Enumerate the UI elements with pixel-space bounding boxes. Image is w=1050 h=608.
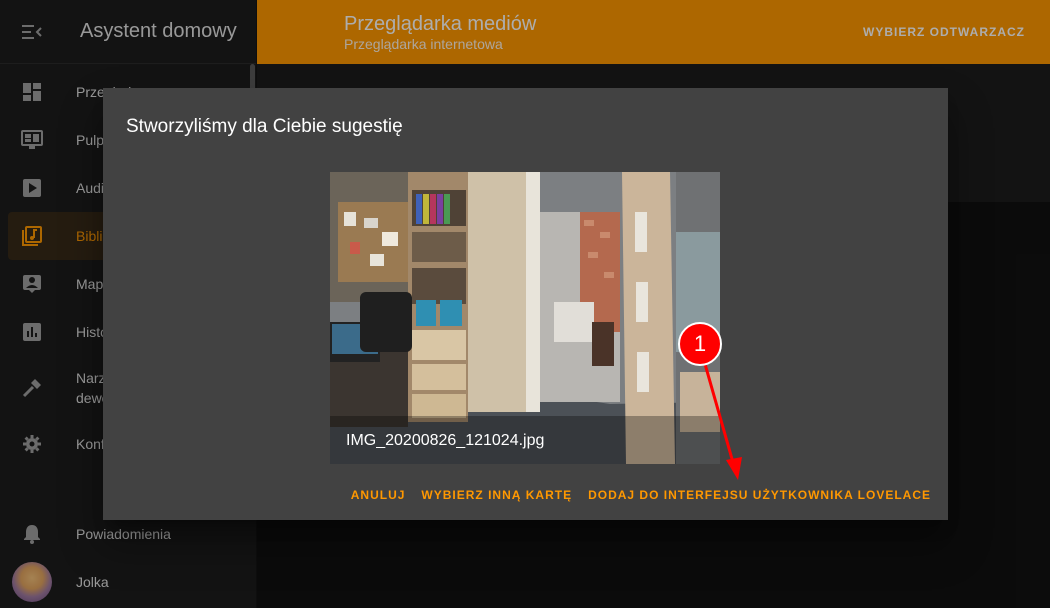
app-window: Asystent domowy Przegląd Pulpit Audio — [0, 0, 1050, 608]
annotation-arrow-icon — [703, 363, 742, 480]
annotation-badge: 1 — [678, 322, 722, 366]
